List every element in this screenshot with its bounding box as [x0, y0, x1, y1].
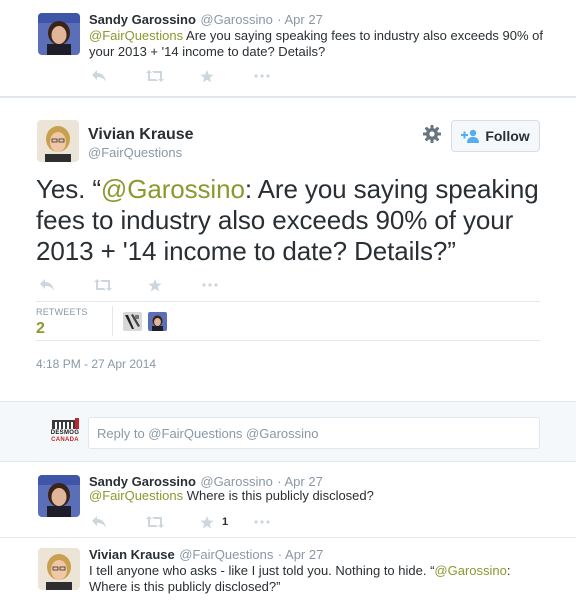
- gear-icon: [423, 125, 441, 143]
- gear-button[interactable]: [422, 124, 442, 144]
- reply-button[interactable]: [92, 67, 146, 85]
- main-avatar[interactable]: [37, 120, 79, 162]
- avatar[interactable]: [38, 13, 80, 55]
- reply-button[interactable]: [40, 276, 94, 294]
- tweet-text: @FairQuestions Where is this publicly di…: [89, 488, 549, 504]
- retweets-label: RETWEETS: [36, 307, 88, 317]
- favorite-button[interactable]: [200, 67, 254, 85]
- more-icon: [254, 74, 270, 78]
- author-name[interactable]: Sandy Garossino: [89, 474, 196, 489]
- author-name[interactable]: Vivian Krause: [89, 547, 175, 562]
- desmog-logo-text: DESMOG: [50, 430, 80, 436]
- tweet-actions: 1: [92, 513, 308, 531]
- favorite-button[interactable]: 1: [200, 513, 254, 531]
- tweet-time[interactable]: · Apr 27: [277, 12, 323, 27]
- main-author-name[interactable]: Vivian Krause: [88, 126, 194, 144]
- main-tweet-text-before: Yes. “: [36, 174, 101, 204]
- tweet-time[interactable]: · Apr 27: [277, 474, 323, 489]
- tweet-item[interactable]: Vivian Krause @FairQuestions · Apr 27 I …: [0, 538, 576, 601]
- desmog-logo: DESMOG CANADA: [48, 418, 82, 448]
- tweet-actions: [92, 67, 308, 85]
- reply-icon: [92, 70, 106, 82]
- more-button[interactable]: [254, 67, 308, 85]
- retweet-icon: [94, 279, 112, 291]
- tweet-timestamp[interactable]: 4:18 PM - 27 Apr 2014: [36, 357, 156, 371]
- author-handle[interactable]: @Garossino: [200, 12, 272, 27]
- retweets-stat[interactable]: RETWEETS 2: [36, 307, 88, 338]
- tweet-item[interactable]: Sandy Garossino @Garossino · Apr 27 @Fai…: [0, 462, 576, 538]
- main-tweet-actions: [40, 276, 256, 294]
- main-mention-link[interactable]: @Garossino: [101, 174, 245, 204]
- stats-divider-top: [36, 301, 540, 302]
- retweet-button[interactable]: [146, 513, 200, 531]
- favorite-button[interactable]: [148, 276, 202, 294]
- reply-button[interactable]: [92, 513, 146, 531]
- more-button[interactable]: [202, 276, 256, 294]
- more-icon: [254, 520, 270, 524]
- favorite-icon: [200, 69, 214, 82]
- desmog-logo-subtext: CANADA: [51, 437, 79, 443]
- author-handle[interactable]: @FairQuestions: [179, 547, 273, 562]
- follow-label: Follow: [485, 128, 530, 144]
- tweet-text: I tell anyone who asks - like I just tol…: [89, 563, 549, 595]
- mention-link[interactable]: @FairQuestions: [89, 488, 183, 503]
- retweet-icon: [146, 70, 164, 82]
- tweet-body: Where is this publicly disclosed?: [183, 488, 374, 503]
- more-button[interactable]: [254, 513, 308, 531]
- main-tweet-text: Yes. “@Garossino: Are you saying speakin…: [36, 174, 546, 267]
- reply-input[interactable]: Reply to @FairQuestions @Garossino: [88, 417, 540, 449]
- stats-divider-bottom: [36, 340, 540, 341]
- reply-icon: [40, 279, 54, 291]
- retweets-count: 2: [36, 320, 45, 337]
- tweet-item[interactable]: Sandy Garossino @Garossino · Apr 27 @Fai…: [0, 0, 576, 97]
- avatar[interactable]: [38, 548, 80, 590]
- favorite-icon: [200, 515, 214, 528]
- mention-link[interactable]: @FairQuestions: [89, 28, 183, 43]
- favorite-count: 1: [222, 516, 229, 528]
- avatar[interactable]: [38, 475, 80, 517]
- tweet-time[interactable]: · Apr 27: [278, 547, 324, 562]
- favorite-icon: [148, 278, 162, 291]
- retweeter-avatar[interactable]: [148, 312, 167, 331]
- tweet-text: @FairQuestions Are you saying speaking f…: [89, 28, 549, 60]
- main-author-handle[interactable]: @FairQuestions: [88, 145, 182, 160]
- more-icon: [202, 283, 218, 287]
- retweet-button[interactable]: [146, 67, 200, 85]
- reply-icon: [92, 516, 106, 528]
- follow-button[interactable]: Follow: [451, 120, 540, 152]
- stats-divider-vertical: [112, 306, 113, 336]
- author-handle[interactable]: @Garossino: [200, 474, 272, 489]
- follow-person-icon: [461, 129, 480, 143]
- reply-area: DESMOG CANADA Reply to @FairQuestions @G…: [0, 401, 576, 462]
- retweeter-avatar[interactable]: [123, 312, 142, 331]
- mention-link[interactable]: @Garossino: [434, 563, 506, 578]
- retweet-icon: [146, 516, 164, 528]
- retweet-button[interactable]: [94, 276, 148, 294]
- tweet-body-before: I tell anyone who asks - like I just tol…: [89, 563, 435, 578]
- author-name[interactable]: Sandy Garossino: [89, 12, 196, 27]
